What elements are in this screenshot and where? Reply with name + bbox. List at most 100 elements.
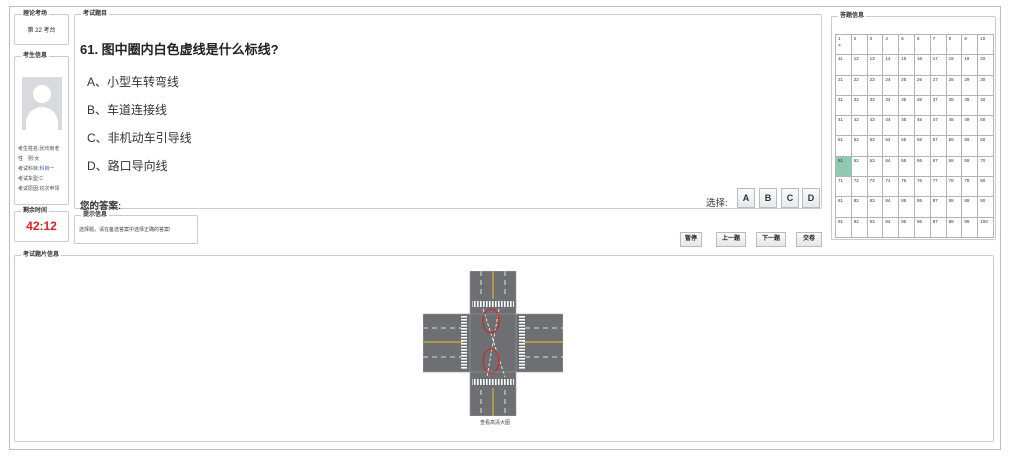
- answer-grid-cell[interactable]: 73: [867, 177, 884, 198]
- answer-grid-cell[interactable]: 98: [946, 217, 963, 238]
- answer-grid-cell[interactable]: 81: [836, 197, 852, 218]
- answer-grid-cell[interactable]: 52: [851, 136, 868, 157]
- intersection-image[interactable]: [423, 271, 563, 416]
- answer-grid-cell[interactable]: 67: [930, 156, 947, 178]
- answer-grid-cell[interactable]: 14: [883, 55, 900, 76]
- answer-grid-cell[interactable]: 68: [946, 156, 963, 178]
- answer-grid-cell[interactable]: 58: [946, 136, 963, 157]
- answer-grid-cell[interactable]: 60: [978, 136, 994, 157]
- answer-grid-cell[interactable]: 65: [899, 156, 915, 178]
- answer-grid-cell[interactable]: 75: [899, 177, 915, 198]
- answer-grid-cell[interactable]: 92: [851, 217, 868, 238]
- answer-grid-cell[interactable]: 54: [883, 136, 900, 157]
- answer-grid-cell[interactable]: 3: [867, 35, 884, 56]
- answer-grid-cell[interactable]: 37: [930, 95, 947, 117]
- answer-grid-cell[interactable]: 1 ×: [836, 35, 852, 56]
- pause-button[interactable]: 暂停: [680, 232, 702, 247]
- answer-grid-cell[interactable]: 71: [836, 177, 852, 198]
- answer-grid-cell[interactable]: 9: [962, 35, 979, 56]
- answer-grid-cell[interactable]: 39: [962, 95, 979, 117]
- answer-grid-cell[interactable]: 41: [836, 116, 852, 137]
- next-question-button[interactable]: 下一题: [756, 232, 786, 247]
- answer-grid-cell[interactable]: 48: [946, 116, 963, 137]
- answer-grid-cell[interactable]: 77: [930, 177, 947, 198]
- answer-grid-cell[interactable]: 88: [946, 197, 963, 218]
- answer-grid-cell[interactable]: 4: [883, 35, 900, 56]
- answer-grid-cell[interactable]: 25: [899, 75, 915, 96]
- answer-grid-cell[interactable]: 19: [962, 55, 979, 76]
- answer-grid-cell[interactable]: 11: [836, 55, 852, 76]
- answer-grid-cell[interactable]: 53: [867, 136, 884, 157]
- answer-grid-cell[interactable]: 56: [915, 136, 931, 157]
- answer-grid-cell[interactable]: 69: [962, 156, 979, 178]
- answer-grid-cell[interactable]: 45: [899, 116, 915, 137]
- answer-grid-cell[interactable]: 17: [930, 55, 947, 76]
- answer-grid-cell[interactable]: 30: [978, 75, 994, 96]
- answer-grid-cell[interactable]: 38: [946, 95, 963, 117]
- answer-grid-cell[interactable]: 6: [915, 35, 931, 56]
- answer-grid-cell[interactable]: 82: [851, 197, 868, 218]
- answer-grid-cell[interactable]: 97: [930, 217, 947, 238]
- answer-grid-cell[interactable]: 29: [962, 75, 979, 96]
- answer-grid-cell[interactable]: 27: [930, 75, 947, 96]
- answer-grid-cell[interactable]: 8: [946, 35, 963, 56]
- answer-grid-cell[interactable]: 91: [836, 217, 852, 238]
- choice-c-button[interactable]: C: [781, 188, 799, 208]
- answer-grid-cell[interactable]: 5: [899, 35, 915, 56]
- answer-grid-cell[interactable]: 31: [836, 95, 852, 117]
- answer-grid-cell[interactable]: 83: [867, 197, 884, 218]
- answer-grid-cell[interactable]: 70: [978, 156, 994, 178]
- answer-grid-cell[interactable]: 35: [899, 95, 915, 117]
- answer-grid-cell[interactable]: 50: [978, 116, 994, 137]
- answer-grid-cell[interactable]: 99: [962, 217, 979, 238]
- answer-grid-cell[interactable]: 15: [899, 55, 915, 76]
- answer-grid-cell[interactable]: 40: [978, 95, 994, 117]
- answer-grid-cell[interactable]: 80: [978, 177, 994, 198]
- answer-grid-cell[interactable]: 64: [883, 156, 900, 178]
- answer-grid-cell[interactable]: 74: [883, 177, 900, 198]
- answer-grid-cell[interactable]: 51: [836, 136, 852, 157]
- answer-grid-cell[interactable]: 43: [867, 116, 884, 137]
- answer-grid-cell[interactable]: 87: [930, 197, 947, 218]
- answer-grid-cell[interactable]: 12: [851, 55, 868, 76]
- previous-question-button[interactable]: 上一题: [716, 232, 746, 247]
- answer-grid-cell[interactable]: 61: [836, 156, 852, 178]
- answer-grid-cell[interactable]: 84: [883, 197, 900, 218]
- answer-grid-cell[interactable]: 13: [867, 55, 884, 76]
- answer-grid-cell[interactable]: 57: [930, 136, 947, 157]
- answer-grid-cell[interactable]: 86: [915, 197, 931, 218]
- answer-grid-cell[interactable]: 94: [883, 217, 900, 238]
- answer-grid-cell[interactable]: 33: [867, 95, 884, 117]
- answer-grid-cell[interactable]: 85: [899, 197, 915, 218]
- answer-grid-cell[interactable]: 76: [915, 177, 931, 198]
- answer-grid-cell[interactable]: 78: [946, 177, 963, 198]
- answer-grid-cell[interactable]: 90: [978, 197, 994, 218]
- answer-grid-cell[interactable]: 89: [962, 197, 979, 218]
- answer-grid-cell[interactable]: 22: [851, 75, 868, 96]
- answer-grid-cell[interactable]: 66: [915, 156, 931, 178]
- choice-a-button[interactable]: A: [737, 188, 755, 208]
- answer-grid-cell[interactable]: 79: [962, 177, 979, 198]
- answer-grid-cell[interactable]: 63: [867, 156, 884, 178]
- submit-exam-button[interactable]: 交卷: [796, 232, 822, 247]
- answer-grid-cell[interactable]: 100: [978, 217, 994, 238]
- answer-grid-cell[interactable]: 7: [930, 35, 947, 56]
- answer-grid-cell[interactable]: 72: [851, 177, 868, 198]
- answer-grid-cell[interactable]: 47: [930, 116, 947, 137]
- answer-grid-cell[interactable]: 49: [962, 116, 979, 137]
- answer-grid-cell[interactable]: 28: [946, 75, 963, 96]
- answer-grid-cell[interactable]: 20: [978, 55, 994, 76]
- answer-grid-cell[interactable]: 26: [915, 75, 931, 96]
- answer-grid-cell[interactable]: 44: [883, 116, 900, 137]
- answer-grid-cell[interactable]: 55: [899, 136, 915, 157]
- answer-grid-cell[interactable]: 42: [851, 116, 868, 137]
- answer-grid-cell[interactable]: 23: [867, 75, 884, 96]
- answer-grid-cell[interactable]: 32: [851, 95, 868, 117]
- answer-grid-cell[interactable]: 36: [915, 95, 931, 117]
- answer-grid-cell[interactable]: 2: [851, 35, 868, 56]
- choice-d-button[interactable]: D: [802, 188, 820, 208]
- answer-grid-cell[interactable]: 95: [899, 217, 915, 238]
- answer-grid-cell[interactable]: 24: [883, 75, 900, 96]
- view-large-image-link[interactable]: 查看高清大图: [480, 419, 510, 426]
- choice-b-button[interactable]: B: [759, 188, 777, 208]
